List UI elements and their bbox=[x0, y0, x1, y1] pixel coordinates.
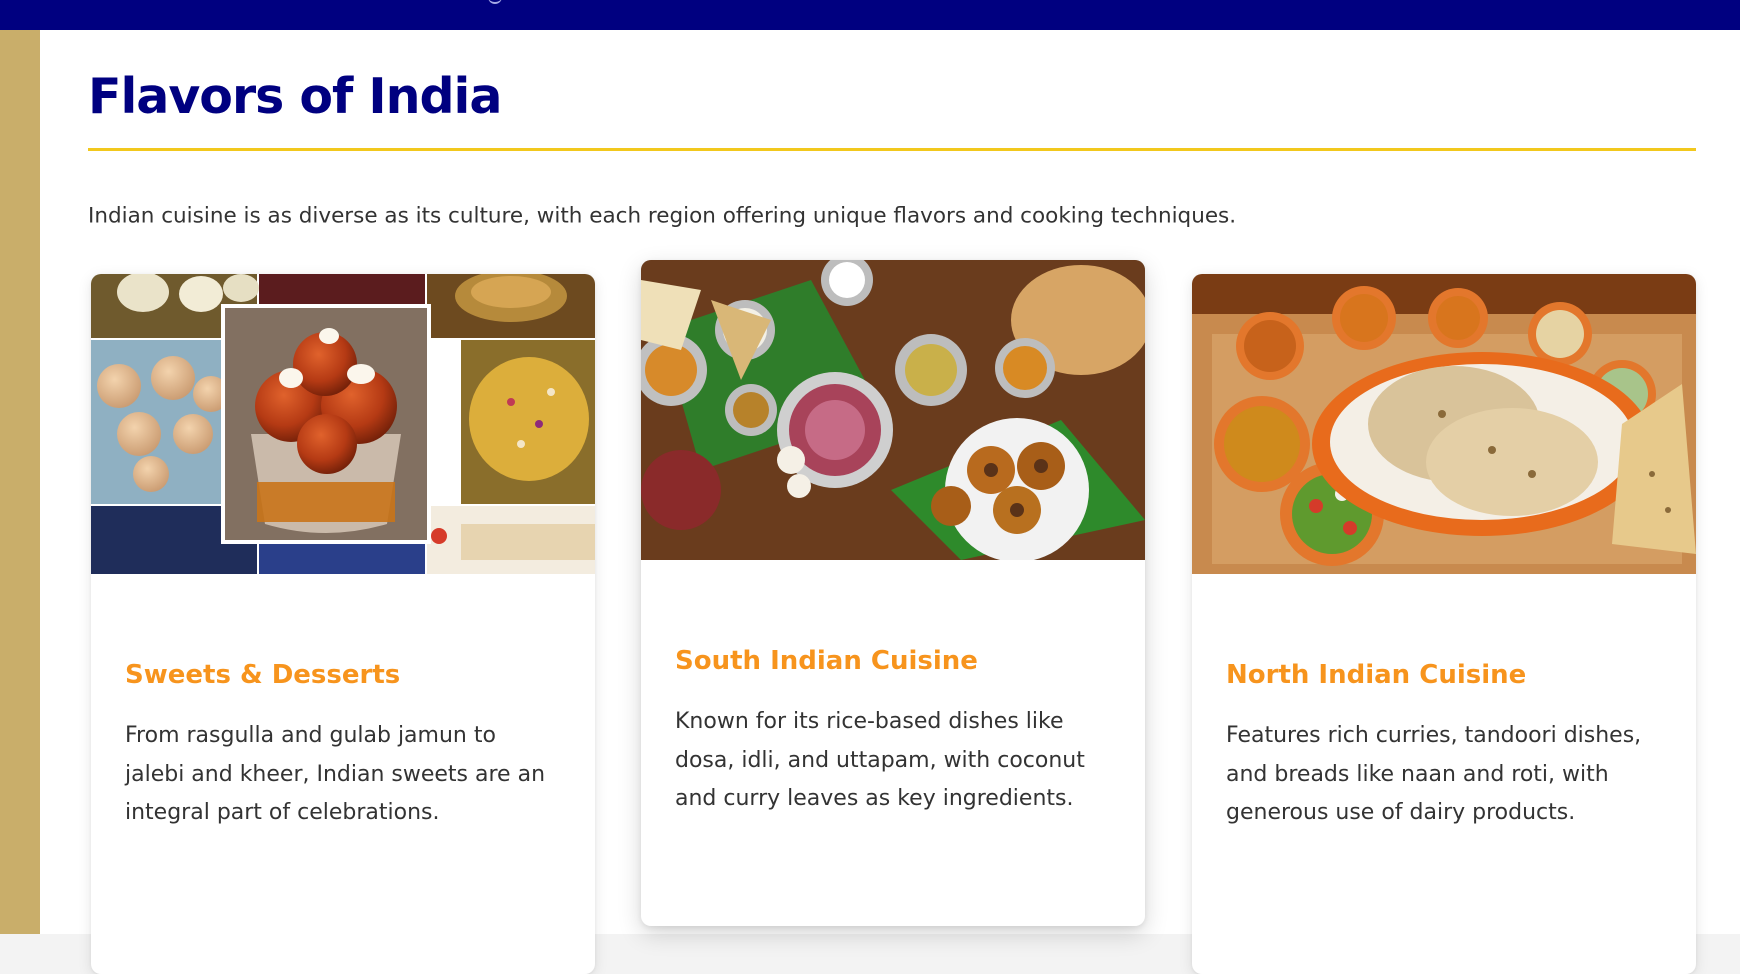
card-image-north-indian bbox=[1192, 274, 1696, 574]
card-title: Sweets & Desserts bbox=[125, 660, 401, 690]
card-title: South Indian Cuisine bbox=[675, 646, 978, 676]
card-image-south-indian bbox=[641, 260, 1145, 560]
card-image-sweets bbox=[91, 274, 595, 574]
intro-text: Indian cuisine is as diverse as its cult… bbox=[88, 203, 1237, 229]
card-description: From rasgulla and gulab jamun to jalebi … bbox=[125, 723, 546, 826]
card-body: North Indian Cuisine Features rich curri… bbox=[1192, 574, 1696, 833]
card-body: South Indian Cuisine Known for its rice-… bbox=[641, 560, 1145, 819]
south-indian-platter-image bbox=[641, 260, 1145, 560]
cuisine-card-sweets[interactable]: Sweets & Desserts From rasgulla and gula… bbox=[91, 274, 595, 974]
page-title: Flavors of India bbox=[88, 68, 502, 125]
cuisine-card-north-indian[interactable]: North Indian Cuisine Features rich curri… bbox=[1192, 274, 1696, 974]
nav-text-fragment bbox=[488, 0, 502, 4]
main-content: Flavors of India Indian cuisine is as di… bbox=[40, 30, 1740, 974]
title-divider bbox=[88, 148, 1696, 151]
card-title: North Indian Cuisine bbox=[1226, 660, 1527, 690]
cuisine-card-south-indian[interactable]: South Indian Cuisine Known for its rice-… bbox=[641, 260, 1145, 926]
sweets-collage-image bbox=[91, 274, 595, 574]
card-body: Sweets & Desserts From rasgulla and gula… bbox=[91, 574, 595, 833]
top-navigation-bar bbox=[0, 0, 1740, 30]
north-indian-thali-image bbox=[1192, 274, 1696, 574]
card-description: Features rich curries, tandoori dishes, … bbox=[1226, 723, 1642, 826]
card-description: Known for its rice-based dishes like dos… bbox=[675, 709, 1085, 812]
sidebar-stripe bbox=[0, 30, 40, 934]
